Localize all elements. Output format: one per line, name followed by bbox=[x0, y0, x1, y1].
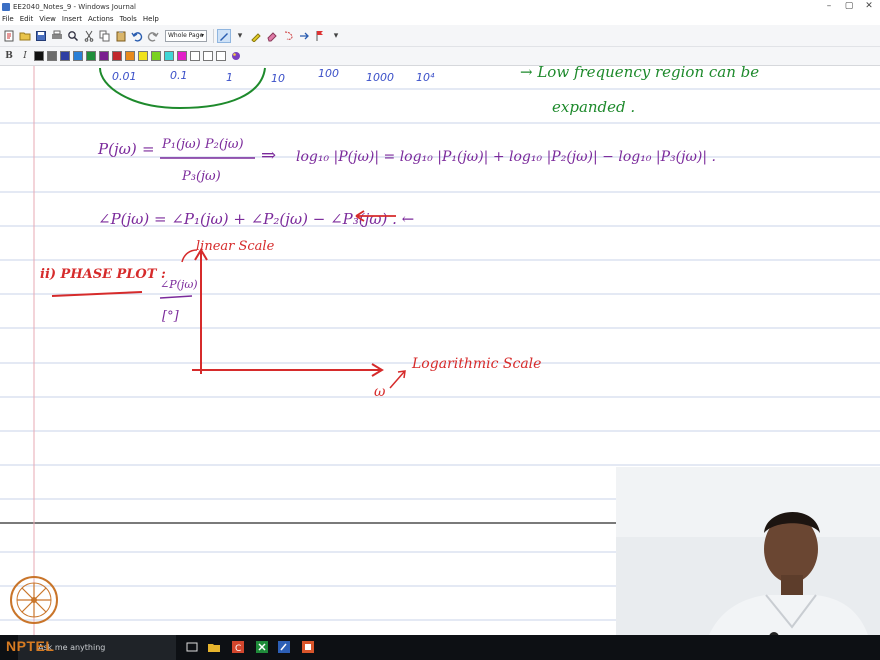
copy-icon[interactable] bbox=[98, 29, 112, 43]
windows-taskbar: Ask me anything C bbox=[0, 635, 880, 660]
save-icon[interactable] bbox=[34, 29, 48, 43]
chevron-down-icon: ▾ bbox=[200, 31, 204, 39]
page-view-select-value: Whole Page bbox=[168, 31, 204, 39]
menu-insert[interactable]: Insert bbox=[62, 15, 82, 23]
selection-tool-icon[interactable] bbox=[281, 29, 295, 43]
journal-taskbar-icon[interactable] bbox=[278, 641, 290, 653]
eq1-log-expression: log₁₀ |P(jω)| = log₁₀ |P₁(jω)| + log₁₀ |… bbox=[296, 149, 716, 165]
app-red-icon[interactable]: C bbox=[232, 641, 244, 654]
pen-color-swatch[interactable] bbox=[216, 51, 226, 61]
app-green-icon[interactable] bbox=[256, 641, 268, 653]
presenter-video bbox=[616, 467, 880, 660]
page-view-select[interactable]: Whole Page ▾ bbox=[165, 29, 207, 42]
new-note-icon[interactable] bbox=[2, 29, 16, 43]
print-icon[interactable] bbox=[50, 29, 64, 43]
cut-icon[interactable] bbox=[82, 29, 96, 43]
undo-icon[interactable] bbox=[130, 29, 144, 43]
logarithmic-scale-note: Logarithmic Scale bbox=[411, 356, 541, 372]
y-axis-unit: [°] bbox=[162, 309, 180, 324]
find-icon[interactable] bbox=[66, 29, 80, 43]
x-axis-label: ω bbox=[374, 384, 386, 400]
nptel-logo-icon bbox=[10, 576, 58, 624]
nptel-watermark-text: NPTEL bbox=[6, 638, 55, 654]
eq1-implies: ⇒ bbox=[261, 145, 276, 166]
y-axis-label: ∠P(jω) bbox=[160, 278, 198, 291]
pen-color-swatch[interactable] bbox=[73, 51, 83, 61]
title-bar: EE2040_Notes_9 - Windows Journal – ▢ ✕ bbox=[0, 0, 880, 13]
pen-color-swatch[interactable] bbox=[190, 51, 200, 61]
svg-text:C: C bbox=[235, 644, 241, 653]
menu-file[interactable]: File bbox=[2, 15, 14, 23]
tick-label-0-01: 0.01 bbox=[112, 70, 137, 83]
eq1-lhs: P(jω) bbox=[97, 140, 137, 158]
annotation-line-2: expanded . bbox=[552, 98, 635, 116]
pen-color-swatch[interactable] bbox=[60, 51, 70, 61]
pen-color-palette bbox=[34, 51, 229, 61]
tick-label-1000: 1000 bbox=[366, 71, 394, 84]
menu-help[interactable]: Help bbox=[143, 15, 159, 23]
pen-color-swatch[interactable] bbox=[99, 51, 109, 61]
eq1-denominator: P₃(jω) bbox=[181, 169, 221, 184]
eq2-phase-expression: ∠P(jω) = ∠P₁(jω) + ∠P₂(jω) − ∠P₃(jω) . ← bbox=[98, 210, 414, 228]
y-axis-label-underline bbox=[159, 295, 193, 299]
window-title: EE2040_Notes_9 - Windows Journal bbox=[13, 2, 136, 11]
eraser-icon[interactable] bbox=[265, 29, 279, 43]
pen-color-swatch[interactable] bbox=[112, 51, 122, 61]
minimize-button[interactable]: – bbox=[818, 0, 840, 13]
pen-color-swatch[interactable] bbox=[177, 51, 187, 61]
tick-label-1: 1 bbox=[226, 71, 233, 84]
pen-color-swatch[interactable] bbox=[125, 51, 135, 61]
annotation-line-1: → Low frequency region can be bbox=[520, 66, 759, 81]
tick-label-10: 10 bbox=[271, 72, 285, 85]
flag-options-icon[interactable]: ▾ bbox=[329, 29, 343, 43]
highlighter-icon[interactable] bbox=[249, 29, 263, 43]
pen-color-swatch[interactable] bbox=[151, 51, 161, 61]
pen-style-icon[interactable] bbox=[229, 49, 243, 63]
pen-color-swatch[interactable] bbox=[203, 51, 213, 61]
pen-color-swatch[interactable] bbox=[34, 51, 44, 61]
menu-actions[interactable]: Actions bbox=[88, 15, 114, 23]
phase-plot-heading: ii) PHASE PLOT : bbox=[40, 267, 166, 282]
close-button[interactable]: ✕ bbox=[858, 0, 880, 13]
presenter-figure bbox=[616, 467, 880, 660]
tick-label-0-1: 0.1 bbox=[170, 69, 188, 82]
toolbar-divider bbox=[213, 28, 214, 43]
pen-color-swatch[interactable] bbox=[164, 51, 174, 61]
italic-icon[interactable]: I bbox=[18, 49, 32, 63]
tick-label-100: 100 bbox=[318, 67, 339, 80]
eq1-numerator: P₁(jω) P₂(jω) bbox=[161, 137, 244, 152]
pen-color-swatch[interactable] bbox=[86, 51, 96, 61]
menu-bar: File Edit View Insert Actions Tools Help bbox=[0, 13, 880, 25]
standard-toolbar: Whole Page ▾ ▾ ▾ bbox=[0, 25, 880, 47]
menu-view[interactable]: View bbox=[39, 15, 56, 23]
menu-edit[interactable]: Edit bbox=[20, 15, 34, 23]
redo-icon[interactable] bbox=[146, 29, 160, 43]
pen-toolbar: B I bbox=[0, 47, 880, 66]
paste-icon[interactable] bbox=[114, 29, 128, 43]
task-view-icon[interactable] bbox=[186, 641, 198, 653]
maximize-button[interactable]: ▢ bbox=[838, 0, 860, 13]
eq1-equals: = bbox=[142, 140, 155, 158]
app-orange-icon[interactable] bbox=[302, 641, 314, 653]
linear-scale-note: linear Scale bbox=[196, 239, 275, 254]
journal-app-icon bbox=[2, 2, 10, 11]
pen-color-swatch[interactable] bbox=[138, 51, 148, 61]
pen-options-icon[interactable]: ▾ bbox=[233, 29, 247, 43]
pen-color-swatch[interactable] bbox=[47, 51, 57, 61]
pen-tool-icon[interactable] bbox=[217, 28, 231, 43]
open-folder-icon[interactable] bbox=[18, 29, 32, 43]
menu-tools[interactable]: Tools bbox=[120, 15, 137, 23]
log-scale-arrow bbox=[389, 371, 405, 389]
bold-icon[interactable]: B bbox=[2, 49, 16, 63]
insert-space-icon[interactable] bbox=[297, 29, 311, 43]
file-explorer-icon[interactable] bbox=[208, 641, 220, 653]
flag-icon[interactable] bbox=[313, 29, 327, 43]
tick-label-10-4: 10⁴ bbox=[416, 71, 435, 84]
